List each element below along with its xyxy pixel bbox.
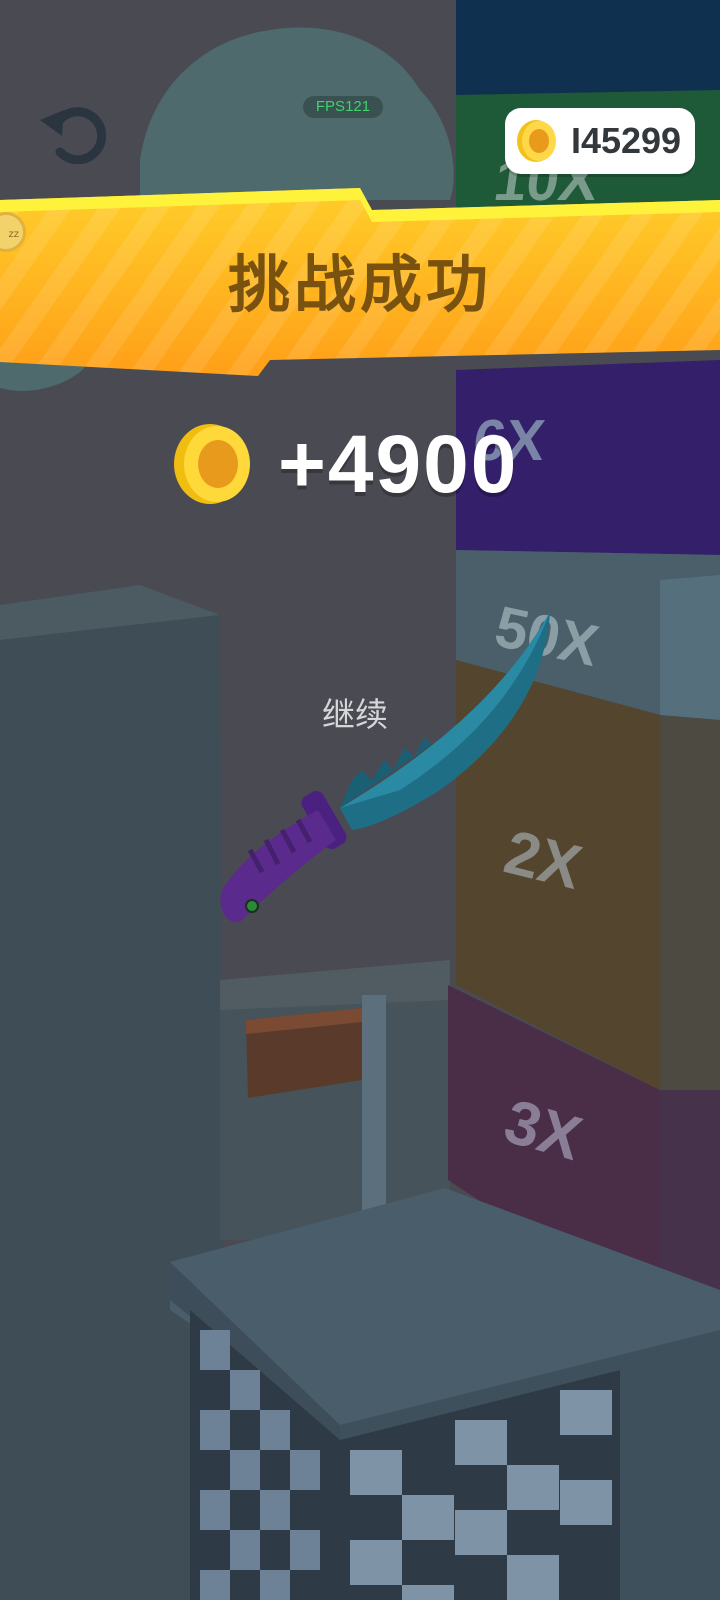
- gold-coin-icon: [174, 424, 250, 504]
- undo-button[interactable]: [36, 100, 107, 165]
- reward-display: +4900: [170, 415, 570, 515]
- pole: [362, 995, 386, 1225]
- continue-button[interactable]: 继续: [300, 690, 410, 740]
- coin-balance-value: I45299: [570, 120, 682, 161]
- undo-arrow-icon: [40, 107, 107, 165]
- fps-counter: FPS121: [303, 96, 383, 118]
- reward-amount: +4900: [278, 419, 519, 510]
- gold-coin-icon: [517, 120, 556, 162]
- challenge-success-title: 挑战成功: [227, 248, 492, 321]
- coin-balance-display: I45299: [505, 108, 695, 174]
